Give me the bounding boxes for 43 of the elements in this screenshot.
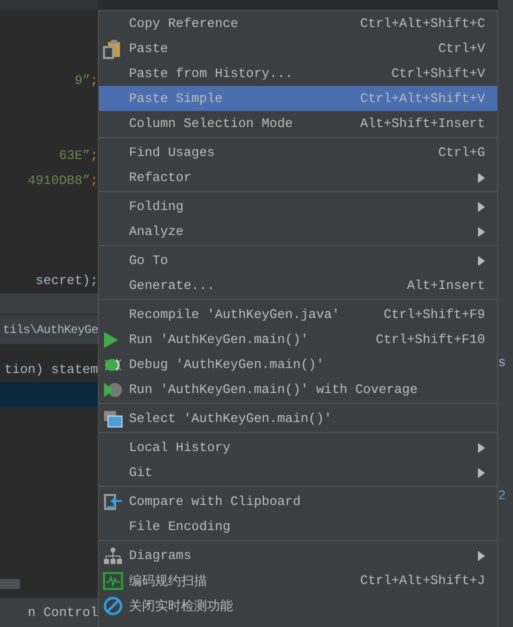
menu-item[interactable]: Find Usages Ctrl+G — [99, 140, 497, 165]
menu-item[interactable]: Diagrams — [99, 543, 497, 568]
pulse-icon — [103, 572, 123, 590]
menu-item[interactable]: Generate... Alt+Insert — [99, 273, 497, 298]
code-string: 4910DB8” — [28, 172, 90, 190]
menu-item[interactable]: Local History — [99, 435, 497, 460]
code-semicolon: ; — [90, 172, 98, 190]
menu-item[interactable]: Select 'AuthKeyGen.main()' — [99, 406, 497, 431]
menu-item[interactable]: Compare with Clipboard — [99, 489, 497, 514]
code-string: 9” — [74, 72, 90, 90]
menu-item[interactable]: File Encoding — [99, 514, 497, 539]
clipboard-icon — [103, 38, 123, 58]
menu-item[interactable]: Folding — [99, 194, 497, 219]
menu-item[interactable]: Go To — [99, 248, 497, 273]
window-icon — [103, 410, 123, 428]
menu-item[interactable]: Git — [99, 460, 497, 485]
play-icon — [103, 330, 119, 348]
menu-item[interactable]: Debug 'AuthKeyGen.main()' — [99, 352, 497, 377]
menu-item[interactable]: Paste from History... Ctrl+Shift+V — [99, 61, 497, 86]
menu-item[interactable]: Column Selection Mode Alt+Shift+Insert — [99, 111, 497, 136]
hierarchy-icon — [103, 546, 123, 564]
menu-item[interactable]: 关闭实时检测功能 — [99, 593, 497, 618]
code-string: 63E” — [58, 147, 90, 165]
menu-item[interactable]: Run 'AuthKeyGen.main()' with Coverage — [99, 377, 497, 402]
menu-item[interactable]: Recompile 'AuthKeyGen.java' Ctrl+Shift+F9 — [99, 302, 497, 327]
menu-item[interactable]: 编码规约扫描 Ctrl+Alt+Shift+J — [99, 568, 497, 593]
menu-item[interactable]: Run 'AuthKeyGen.main()' Ctrl+Shift+F10 — [99, 327, 497, 352]
dropdown-label[interactable]: s — [498, 355, 506, 370]
file-path: tils\AuthKeyGe — [2, 322, 98, 336]
menu-item[interactable]: Paste Ctrl+V — [99, 36, 497, 61]
status-tab[interactable]: n Control — [28, 605, 98, 620]
menu-item[interactable]: Analyze — [99, 219, 497, 244]
coverage-icon — [103, 380, 123, 398]
code-semicolon: ; — [90, 72, 98, 90]
menu-item[interactable]: Refactor — [99, 165, 497, 190]
compare-icon — [103, 492, 123, 512]
count-text: 2 — [498, 488, 506, 503]
code-text: secret); — [34, 272, 98, 290]
code-semicolon: ; — [90, 147, 98, 165]
scrollbar-thumb[interactable] — [0, 579, 20, 589]
blocked-icon — [103, 596, 123, 616]
menu-item[interactable]: Copy Reference Ctrl+Alt+Shift+C — [99, 11, 497, 36]
console-line: tion) statem — [3, 361, 98, 379]
